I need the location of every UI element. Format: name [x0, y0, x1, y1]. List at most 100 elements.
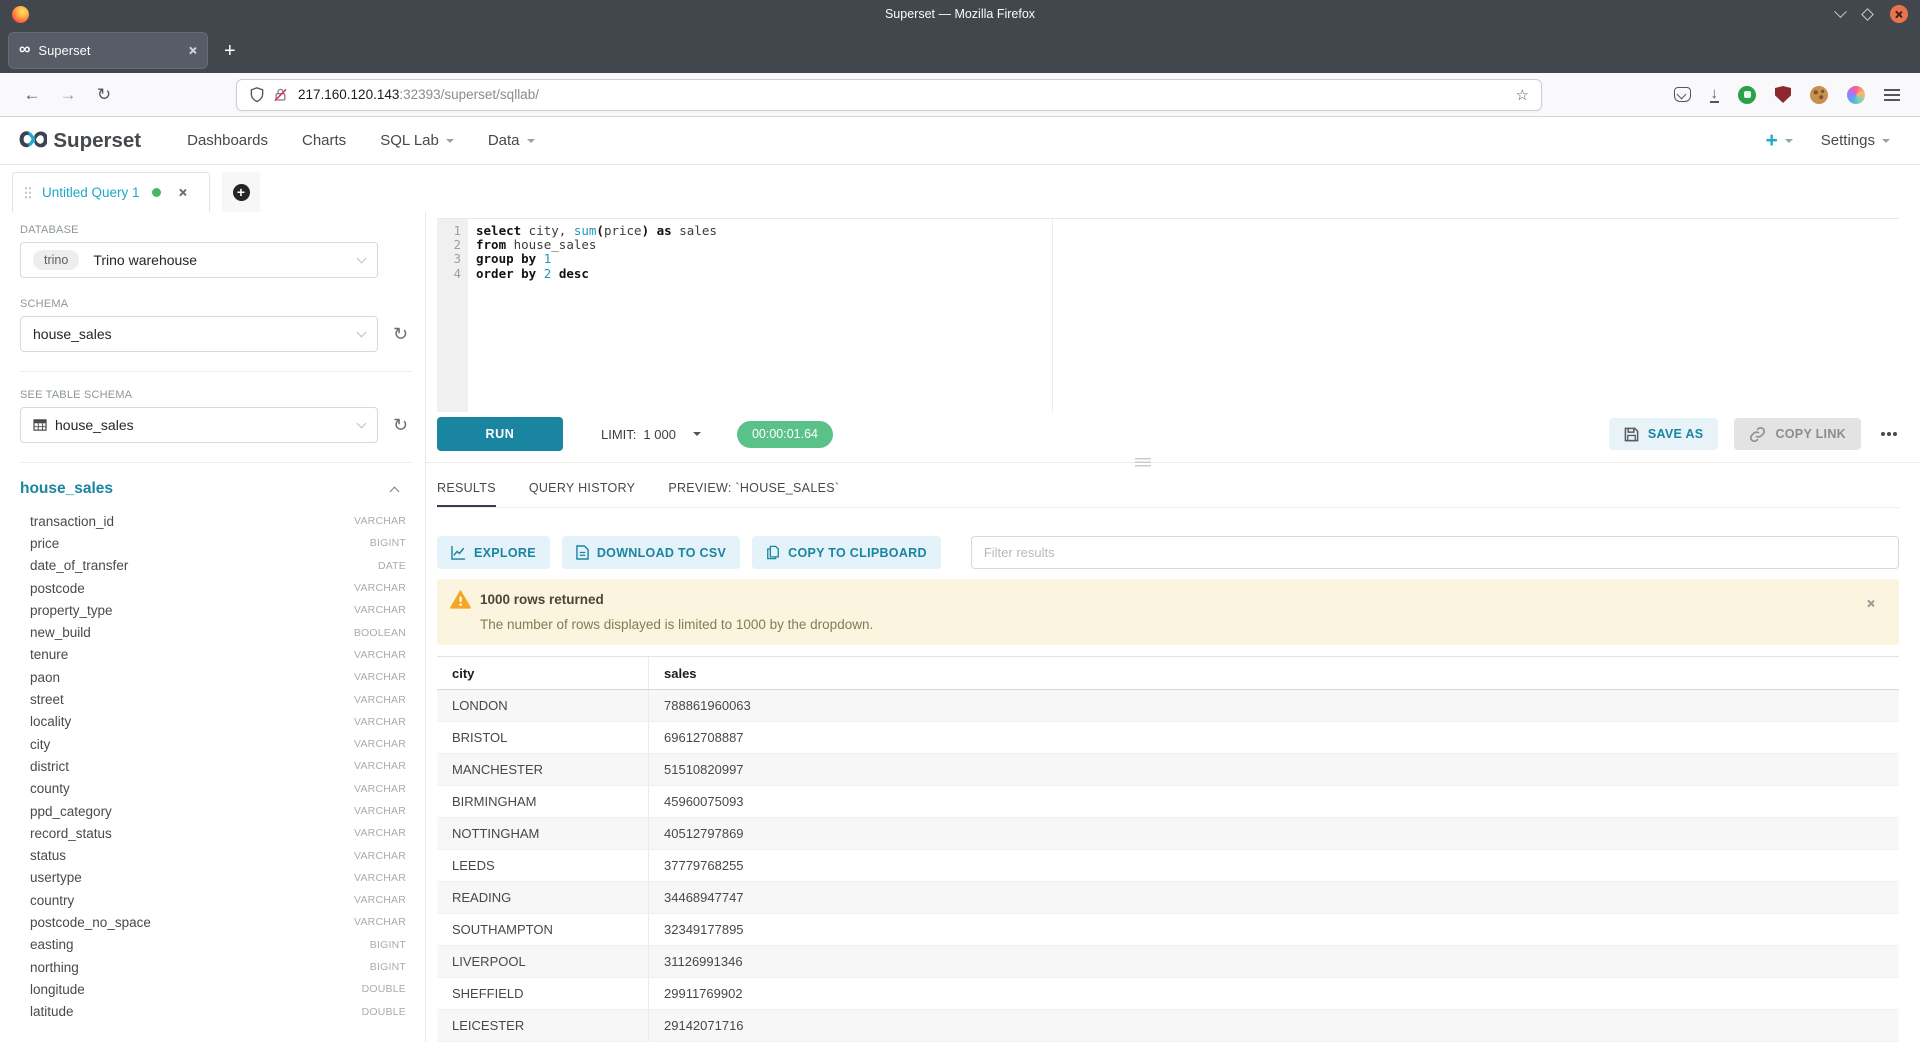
tab-close-button[interactable] [188, 42, 197, 60]
query-status-dot [152, 188, 161, 197]
schema-column-row: statusVARCHAR [20, 844, 412, 866]
cell-sales: 45960075093 [649, 786, 1899, 817]
nav-item-charts[interactable]: Charts [302, 132, 346, 149]
window-close-button[interactable] [1890, 5, 1908, 23]
browser-tab-title: Superset [38, 43, 90, 58]
cell-city: LEEDS [437, 850, 649, 881]
divider [20, 462, 412, 463]
browser-tab[interactable]: ∞ Superset [8, 32, 208, 69]
url-bar[interactable]: 217.160.120.143 :32393/superset/sqllab/ … [236, 79, 1542, 111]
url-path: :32393/superset/sqllab/ [399, 87, 539, 102]
forward-icon[interactable]: → [50, 85, 86, 105]
superset-logo[interactable]: ∞ [18, 125, 47, 151]
copy-link-button[interactable]: COPY LINK [1734, 418, 1861, 450]
table-schema-header[interactable]: house_sales [20, 480, 412, 498]
column-type: VARCHAR [354, 694, 406, 706]
refresh-table-icon[interactable]: ↻ [393, 416, 408, 434]
download-csv-button[interactable]: DOWNLOAD TO CSV [562, 536, 740, 569]
column-name: postcode_no_space [30, 915, 151, 930]
divider [20, 371, 412, 372]
tab-preview-house-sales[interactable]: PREVIEW: `HOUSE_SALES` [668, 481, 839, 507]
query-tab-close-button[interactable] [179, 184, 188, 202]
run-button[interactable]: RUN [437, 417, 563, 451]
colorways-icon[interactable] [1847, 86, 1865, 104]
browser-toolbar: ← → ↻ 217.160.120.143 :32393/superset/sq… [0, 73, 1920, 117]
table-row: READING34468947747 [437, 882, 1899, 914]
table-row: SOUTHAMPTON32349177895 [437, 914, 1899, 946]
schema-column-row: property_typeVARCHAR [20, 599, 412, 621]
alert-close-button[interactable] [1866, 595, 1875, 613]
column-name: status [30, 848, 66, 863]
results-tabs: RESULTS QUERY HISTORY PREVIEW: `HOUSE_SA… [437, 474, 1899, 508]
superset-brand[interactable]: Superset [53, 129, 141, 153]
shield-icon[interactable] [249, 86, 265, 103]
settings-menu[interactable]: Settings [1821, 132, 1890, 149]
table-row: BIRMINGHAM45960075093 [437, 786, 1899, 818]
column-name: date_of_transfer [30, 558, 128, 573]
column-type: VARCHAR [354, 582, 406, 594]
toolbar-extensions: ↓ [1674, 86, 1907, 104]
column-name: northing [30, 960, 79, 975]
limit-dropdown[interactable]: LIMIT: 1 000 [601, 427, 701, 442]
table-select[interactable]: house_sales [20, 407, 378, 443]
nav-item-dashboards[interactable]: Dashboards [187, 132, 268, 149]
superset-navbar: ∞ Superset Dashboards Charts SQL Lab Dat… [0, 117, 1920, 165]
bookmark-star-icon[interactable]: ☆ [1516, 86, 1529, 104]
add-new-button[interactable]: + [1766, 130, 1793, 151]
table-row: SHEFFIELD29911769902 [437, 978, 1899, 1010]
close-icon [188, 46, 197, 55]
hamburger-menu-icon[interactable] [1884, 89, 1900, 101]
explore-button[interactable]: EXPLORE [437, 536, 550, 569]
line-number: 1 [437, 224, 468, 238]
reload-icon[interactable]: ↻ [86, 85, 122, 105]
column-header-city[interactable]: city [437, 657, 649, 689]
window-maximize-icon[interactable] [1861, 8, 1874, 21]
drag-handle-icon[interactable] [24, 186, 32, 199]
tab-query-history[interactable]: QUERY HISTORY [529, 481, 635, 507]
more-menu-icon[interactable] [1881, 432, 1885, 436]
window-minimize-icon[interactable] [1834, 5, 1847, 18]
filter-results-input[interactable] [971, 536, 1899, 569]
chevron-down-icon [357, 253, 367, 263]
column-type: VARCHAR [354, 916, 406, 928]
column-name: property_type [30, 603, 113, 618]
warning-icon [450, 590, 471, 609]
splitter-grip-icon[interactable] [1135, 458, 1151, 467]
database-select[interactable]: trino Trino warehouse [20, 242, 378, 278]
pocket-icon[interactable] [1674, 87, 1691, 102]
copy-to-clipboard-button[interactable]: COPY TO CLIPBOARD [752, 536, 941, 569]
table-row: LIVERPOOL31126991346 [437, 946, 1899, 978]
insecure-lock-icon[interactable] [273, 87, 288, 103]
cell-sales: 40512797869 [649, 818, 1899, 849]
column-type: BIGINT [370, 537, 406, 549]
sql-code: select city, sum(price) as salesfrom hou… [476, 224, 1897, 281]
nav-item-sql-lab[interactable]: SQL Lab [380, 132, 454, 149]
refresh-schema-icon[interactable]: ↻ [393, 325, 408, 343]
schema-column-row: date_of_transferDATE [20, 555, 412, 577]
new-tab-button[interactable]: + [224, 41, 236, 61]
table-name: house_sales [20, 480, 113, 498]
column-header-sales[interactable]: sales [649, 657, 1899, 689]
extension-icon[interactable] [1738, 86, 1756, 104]
ublock-icon[interactable] [1775, 86, 1791, 103]
nav-item-data[interactable]: Data [488, 132, 535, 149]
schema-column-row: northingBIGINT [20, 956, 412, 978]
window-title: Superset — Mozilla Firefox [0, 7, 1920, 21]
save-as-button[interactable]: SAVE AS [1609, 418, 1719, 450]
back-icon[interactable]: ← [14, 85, 50, 105]
url-host: 217.160.120.143 [298, 87, 399, 102]
query-tab-active[interactable]: Untitled Query 1 [12, 172, 210, 212]
column-name: country [30, 893, 74, 908]
sql-editor[interactable]: 1234 select city, sum(price) as salesfro… [437, 218, 1899, 412]
schema-select[interactable]: house_sales [20, 316, 378, 352]
schema-column-row: countyVARCHAR [20, 778, 412, 800]
cookie-extension-icon[interactable] [1810, 86, 1828, 104]
add-query-tab[interactable]: + [222, 172, 260, 212]
results-table-header: city sales [437, 657, 1899, 690]
column-name: easting [30, 937, 74, 952]
downloads-icon[interactable]: ↓ [1710, 87, 1720, 103]
close-icon [1866, 599, 1875, 608]
column-type: VARCHAR [354, 716, 406, 728]
pane-splitter [437, 452, 1899, 474]
tab-results[interactable]: RESULTS [437, 481, 496, 507]
